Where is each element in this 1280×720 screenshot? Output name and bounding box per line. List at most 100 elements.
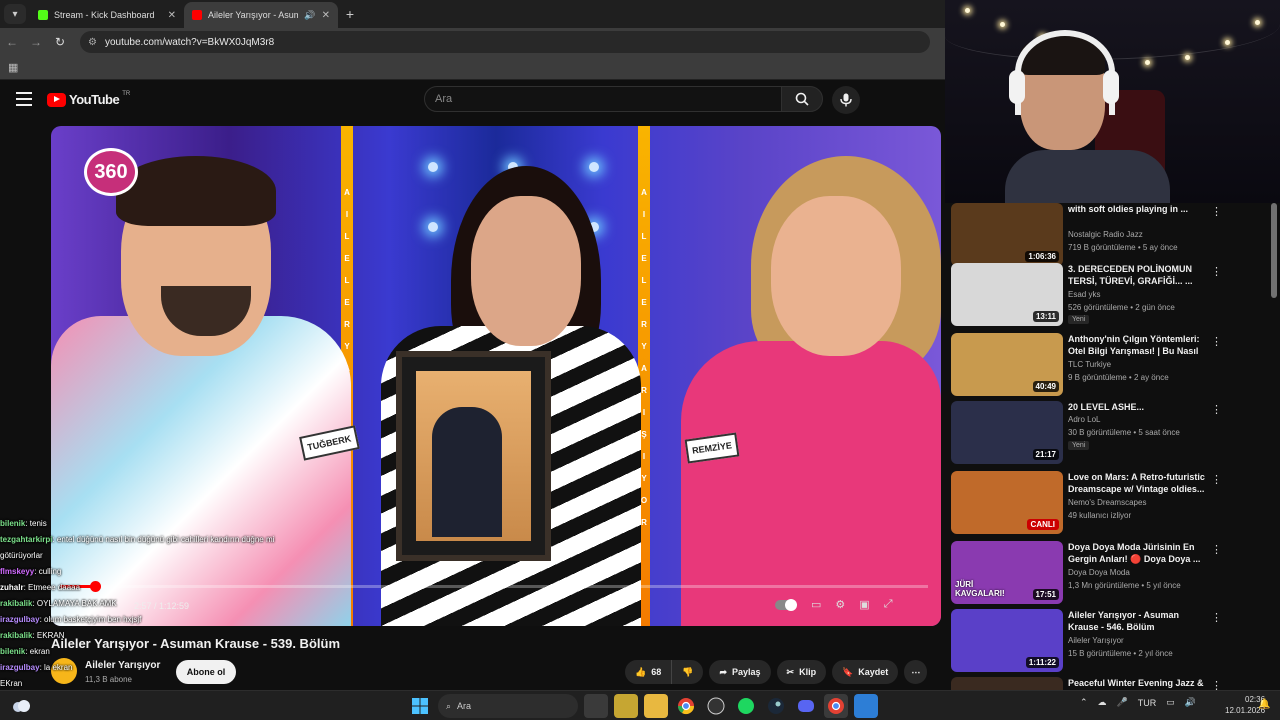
related-video-item[interactable]: 1:06:36 with soft oldies playing in ... No… bbox=[951, 203, 1271, 267]
chat-message: irazgulbay: la ekran bbox=[0, 663, 73, 672]
related-video-item[interactable]: Peaceful Winter Evening Jazz & ...⋮ bbox=[951, 677, 1271, 690]
tab-title: Stream - Kick Dashboard bbox=[54, 10, 155, 20]
video-thumbnail[interactable]: 1:11:22 bbox=[951, 609, 1063, 672]
close-icon[interactable]: ✕ bbox=[168, 10, 176, 21]
windows-start-icon[interactable] bbox=[408, 694, 432, 718]
subtitles-icon[interactable]: ▭ bbox=[811, 598, 821, 611]
dislike-button[interactable]: 👎 bbox=[672, 660, 704, 684]
more-options-icon[interactable]: ⋮ bbox=[1211, 265, 1222, 278]
new-tab-button[interactable]: + bbox=[338, 2, 362, 26]
more-actions-button[interactable]: ⋯ bbox=[904, 660, 928, 684]
volume-icon[interactable]: 🔊 bbox=[1185, 697, 1196, 708]
tab-search-button[interactable]: ▾ bbox=[4, 4, 26, 24]
related-video-item[interactable]: 13:11 3. DERECEDEN POLİNOMUN TERSİ, TÜREV… bbox=[951, 263, 1271, 327]
notepad-icon[interactable] bbox=[854, 694, 878, 718]
tray-expand-icon[interactable]: ⌃ bbox=[1080, 697, 1088, 708]
share-button[interactable]: ➦ Paylaş bbox=[709, 660, 771, 684]
taskbar-search[interactable]: ⌕ Ara bbox=[438, 694, 578, 718]
tab-youtube-video[interactable]: Aileler Yarışıyor - Asuman K 🔊 ✕ bbox=[184, 2, 338, 28]
like-button[interactable]: 👍 68 bbox=[625, 660, 673, 684]
related-videos-list: 1:06:36 with soft oldies playing in ... No… bbox=[945, 203, 1280, 690]
video-thumbnail[interactable] bbox=[951, 677, 1063, 690]
autoplay-toggle[interactable] bbox=[775, 598, 797, 611]
more-options-icon[interactable]: ⋮ bbox=[1211, 543, 1222, 556]
notification-bell-icon[interactable]: 🔔 bbox=[1258, 699, 1270, 710]
back-button[interactable]: ← bbox=[0, 30, 24, 54]
spotify-icon[interactable] bbox=[734, 694, 758, 718]
chat-text: götürüyorlar bbox=[0, 551, 43, 560]
related-channel-name[interactable]: TLC Turkiye bbox=[1068, 360, 1111, 369]
network-tray-icon[interactable]: ☁ bbox=[1098, 697, 1107, 708]
search-button[interactable] bbox=[781, 86, 823, 112]
related-video-item[interactable]: 21:17 20 LEVEL ASHE... Adro LoL 30 B görünt… bbox=[951, 401, 1271, 465]
video-thumbnail[interactable]: 40:49 bbox=[951, 333, 1063, 396]
url-field[interactable]: ⚙ youtube.com/watch?v=BkWX0JqM3r8 bbox=[80, 31, 930, 53]
related-video-title[interactable]: Doya Doya Moda Jürisinin En Gergin Anlar… bbox=[1068, 541, 1208, 565]
streamer-body bbox=[1005, 150, 1170, 203]
related-channel-name[interactable]: Nostalgic Radio Jazz bbox=[1068, 230, 1143, 239]
more-options-icon[interactable]: ⋮ bbox=[1211, 611, 1222, 624]
store-icon[interactable] bbox=[614, 694, 638, 718]
site-info-icon[interactable]: ⚙ bbox=[88, 37, 97, 48]
related-video-title[interactable]: Aileler Yarışıyor - Asuman Krause - 546.… bbox=[1068, 609, 1208, 633]
language-indicator[interactable]: TUR bbox=[1138, 698, 1157, 708]
display-tray-icon[interactable]: ▭ bbox=[1166, 697, 1175, 708]
related-video-item[interactable]: 1:11:22 Aileler Yarışıyor - Asuman Krause… bbox=[951, 609, 1271, 673]
related-video-title[interactable]: Anthony'nin Çılgın Yöntemleri: Otel Bilg… bbox=[1068, 333, 1208, 357]
thumbnail-caption: JÜRİ KAVGALARI! bbox=[955, 580, 1005, 598]
file-explorer-icon[interactable] bbox=[644, 694, 668, 718]
chrome-icon[interactable] bbox=[674, 694, 698, 718]
weather-widget[interactable] bbox=[10, 696, 32, 716]
video-thumbnail[interactable]: 1:06:36 bbox=[951, 203, 1063, 266]
stage-light bbox=[428, 162, 438, 172]
menu-icon[interactable] bbox=[16, 92, 32, 106]
voice-search-button[interactable] bbox=[832, 86, 860, 114]
more-options-icon[interactable]: ⋮ bbox=[1211, 335, 1222, 348]
related-video-meta: 1,3 Mn görüntüleme • 5 yıl önce bbox=[1068, 581, 1181, 590]
related-video-title[interactable]: Love on Mars: A Retro-futuristic Dreamsc… bbox=[1068, 471, 1208, 495]
more-options-icon[interactable]: ⋮ bbox=[1211, 205, 1222, 218]
save-label: Kaydet bbox=[858, 667, 889, 677]
forward-button[interactable]: → bbox=[24, 30, 48, 54]
related-channel-name[interactable]: Aileler Yarışıyor bbox=[1068, 636, 1124, 645]
related-video-item[interactable]: CANLI Love on Mars: A Retro-futuristic Dr… bbox=[951, 471, 1271, 535]
apps-grid-icon[interactable]: ▦ bbox=[8, 61, 18, 74]
related-video-item[interactable]: 40:49 Anthony'nin Çılgın Yöntemleri: Otel… bbox=[951, 333, 1271, 397]
more-options-icon[interactable]: ⋮ bbox=[1211, 403, 1222, 416]
chat-username: zuhalr bbox=[0, 583, 24, 592]
sidebar-scrollbar[interactable] bbox=[1271, 203, 1277, 298]
related-channel-name[interactable]: Doya Doya Moda bbox=[1068, 568, 1130, 577]
fullscreen-icon[interactable]: ⤢ bbox=[884, 598, 893, 611]
related-channel-name[interactable]: Nemo's Dreamscapes bbox=[1068, 498, 1146, 507]
youtube-logo[interactable]: YouTube TR bbox=[47, 91, 130, 107]
related-video-title[interactable]: 3. DERECEDEN POLİNOMUN TERSİ, TÜREVİ, GR… bbox=[1068, 263, 1208, 287]
video-thumbnail[interactable]: CANLI bbox=[951, 471, 1063, 534]
tab-kick-dashboard[interactable]: Stream - Kick Dashboard ✕ bbox=[30, 2, 184, 28]
related-video-item[interactable]: JÜRİ KAVGALARI! 17:51 Doya Doya Moda Jüris… bbox=[951, 541, 1271, 605]
settings-gear-icon[interactable]: ⚙ bbox=[835, 598, 845, 611]
clip-button[interactable]: ✂ Klip bbox=[776, 660, 827, 684]
mic-tray-icon[interactable]: 🎤 bbox=[1117, 697, 1128, 708]
chrome-active-icon[interactable] bbox=[824, 694, 848, 718]
video-thumbnail[interactable]: 21:17 bbox=[951, 401, 1063, 464]
obs-icon[interactable] bbox=[704, 694, 728, 718]
save-button[interactable]: 🔖 Kaydet bbox=[832, 660, 899, 684]
related-video-title[interactable]: 20 LEVEL ASHE... bbox=[1068, 401, 1208, 413]
related-video-title[interactable]: Peaceful Winter Evening Jazz & ... bbox=[1068, 677, 1208, 690]
close-icon[interactable]: ✕ bbox=[322, 10, 330, 21]
speaker-icon[interactable]: 🔊 bbox=[304, 10, 315, 21]
steam-icon[interactable] bbox=[764, 694, 788, 718]
task-view-icon[interactable] bbox=[584, 694, 608, 718]
related-channel-name[interactable]: Adro LoL bbox=[1068, 415, 1100, 424]
discord-icon[interactable] bbox=[794, 694, 818, 718]
search-input[interactable]: Ara bbox=[424, 86, 782, 112]
more-options-icon[interactable]: ⋮ bbox=[1211, 473, 1222, 486]
miniplayer-icon[interactable]: ▣ bbox=[859, 598, 869, 611]
video-thumbnail[interactable]: JÜRİ KAVGALARI! 17:51 bbox=[951, 541, 1063, 604]
more-options-icon[interactable]: ⋮ bbox=[1211, 679, 1222, 690]
video-thumbnail[interactable]: 13:11 bbox=[951, 263, 1063, 326]
related-video-title[interactable]: with soft oldies playing in ... bbox=[1068, 203, 1208, 215]
reload-button[interactable]: ↻ bbox=[48, 30, 72, 54]
fairy-light-wire bbox=[945, 0, 1280, 60]
related-channel-name[interactable]: Esad yks bbox=[1068, 290, 1100, 299]
